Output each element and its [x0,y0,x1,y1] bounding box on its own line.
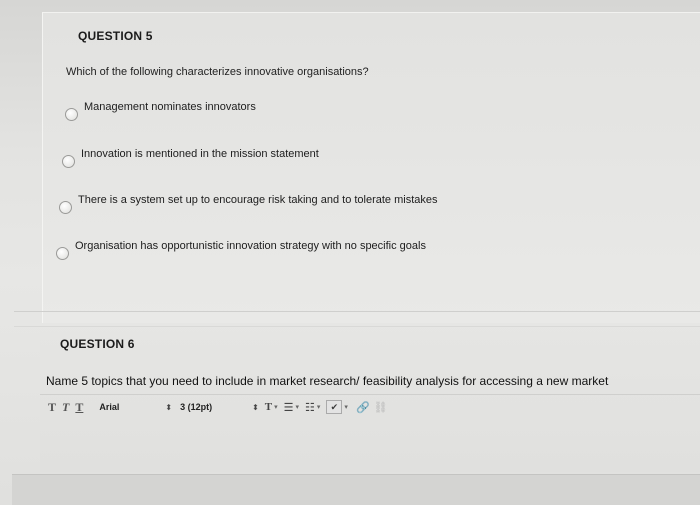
ordered-list-icon[interactable]: ☷ [305,401,315,414]
option-label: There is a system set up to encourage ri… [78,194,438,206]
font-select[interactable]: Arial [99,402,163,412]
chevron-down-icon[interactable]: ▾ [296,403,300,411]
option-label: Innovation is mentioned in the mission s… [81,148,319,160]
unlink-icon[interactable]: ⛓ [374,401,388,414]
radio-button[interactable] [62,155,75,168]
editor-bottom-edge [12,474,700,505]
option-2[interactable]: Innovation is mentioned in the mission s… [62,148,319,168]
radio-button[interactable] [56,247,69,260]
italic-button[interactable]: T [62,400,69,415]
option-label: Organisation has opportunistic innovatio… [75,240,426,252]
page: QUESTION 5 Which of the following charac… [0,0,700,505]
question-divider [14,311,700,312]
question-5-prompt: Which of the following characterizes inn… [66,66,369,78]
radio-button[interactable] [65,108,78,121]
unordered-list-icon[interactable]: ☰ [284,401,294,414]
editor-toolbar: T T T Arial ⬍ 3 (12pt) ⬍ T ▾ ☰ ▾ ☷ ▾ ✔ ▾… [48,397,388,417]
question-divider [14,326,700,327]
option-label: Management nominates innovators [84,101,256,113]
text-color-button[interactable]: T [265,401,272,413]
underline-button[interactable]: T [75,400,83,415]
option-3[interactable]: There is a system set up to encourage ri… [59,194,438,214]
chevron-down-icon[interactable]: ▾ [344,403,348,411]
radio-button[interactable] [59,201,72,214]
size-stepper-icon[interactable]: ⬍ [252,403,259,412]
option-4[interactable]: Organisation has opportunistic innovatio… [56,240,426,260]
question-6-title: QUESTION 6 [60,337,135,351]
question-6-prompt: Name 5 topics that you need to include i… [46,374,609,388]
option-1[interactable]: Management nominates innovators [65,101,256,121]
font-stepper-icon[interactable]: ⬍ [165,403,172,412]
chevron-down-icon[interactable]: ▾ [317,403,321,411]
chevron-down-icon[interactable]: ▾ [274,403,278,411]
bold-button[interactable]: T [48,400,56,415]
spellcheck-icon[interactable]: ✔ [326,400,343,414]
size-select[interactable]: 3 (12pt) [180,402,250,412]
question-5-title: QUESTION 5 [78,29,153,43]
link-icon[interactable]: 🔗 [356,401,370,414]
